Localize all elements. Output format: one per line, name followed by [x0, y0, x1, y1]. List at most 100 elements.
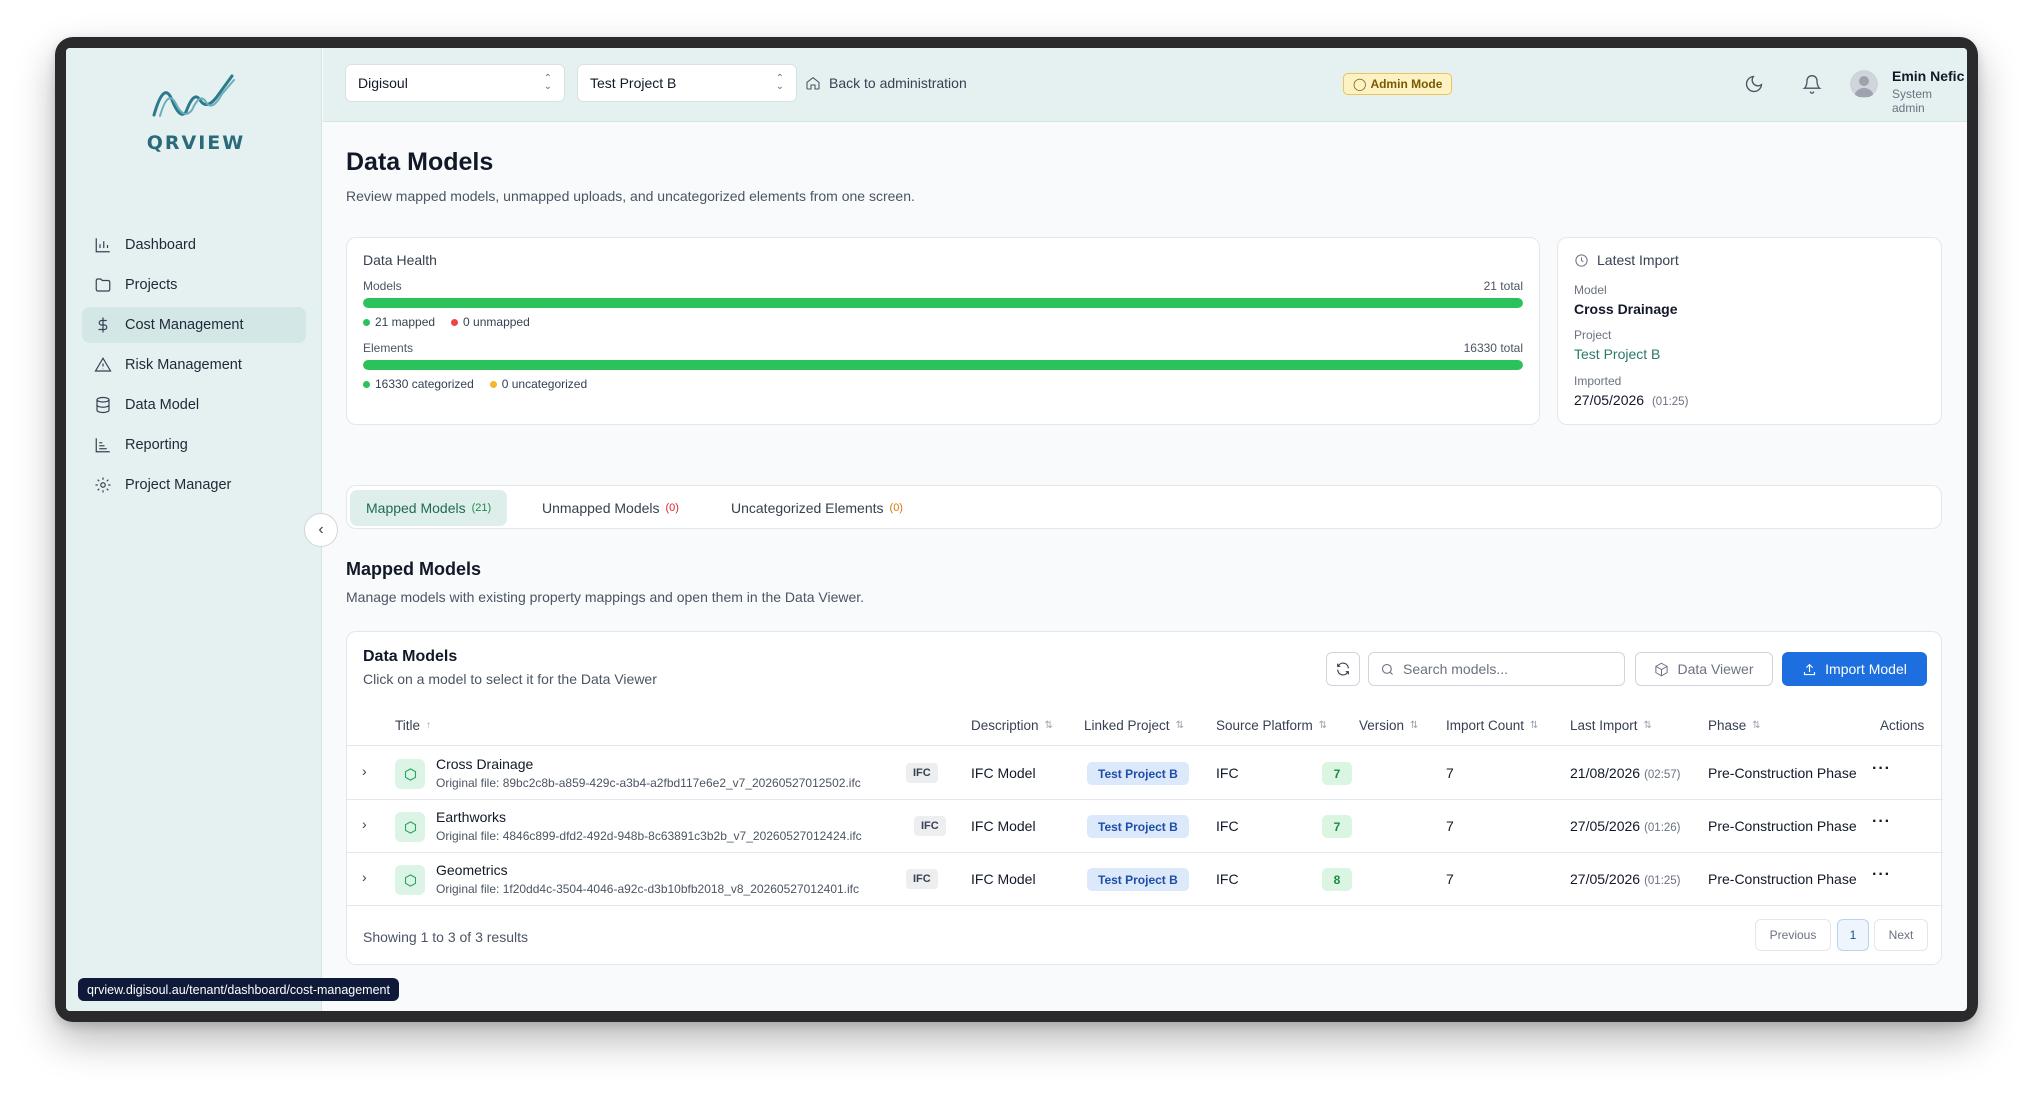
latest-imported-label: Imported — [1574, 374, 1622, 388]
models-unmapped-text: 0 unmapped — [463, 315, 530, 329]
latest-project-label: Project — [1574, 328, 1612, 342]
search-icon — [1381, 663, 1393, 675]
table-header: Title ↑ Description ⇅ Linked Project ⇅ Sour… — [347, 706, 1943, 746]
sidebar-item-label: Reporting — [125, 437, 188, 453]
elements-progress-fill — [363, 360, 1523, 370]
latest-imported-date: 27/05/2026 — [1574, 392, 1645, 408]
shield-icon: ◯ — [1353, 77, 1367, 91]
sidebar-item-project-manager[interactable]: Project Manager — [82, 467, 306, 503]
project-select[interactable]: Test Project B ⌃ ⌄ — [577, 64, 797, 102]
tab-count: (0) — [889, 502, 903, 514]
organization-select[interactable]: Digisoul ⌃ ⌄ — [345, 64, 565, 102]
more-actions-icon[interactable]: ··· — [1872, 813, 1891, 831]
elements-progress-bar — [363, 360, 1523, 370]
column-header-version[interactable]: Version ⇅ — [1359, 718, 1418, 733]
chevron-right-icon[interactable]: › — [362, 763, 367, 779]
import-model-button[interactable]: Import Model — [1782, 652, 1927, 686]
uncategorized-dot — [489, 380, 497, 388]
mapped-dot — [363, 318, 370, 326]
last-import-time: (01:25) — [1644, 875, 1681, 887]
user-role: System admin — [1892, 87, 1933, 115]
format-badge: IFC — [914, 816, 946, 836]
table-row[interactable]: › Earthworks Original file: 4846c899-dfd… — [347, 800, 1943, 853]
format-badge: IFC — [906, 763, 938, 783]
top-bar: Digisoul ⌃ ⌄ Test Project B ⌃ ⌄ Back to ad… — [323, 48, 1967, 122]
last-import-cell: 27/05/2026 (01:25) — [1570, 871, 1681, 887]
table-row[interactable]: › Cross Drainage Original file: 89bc2c8b… — [347, 747, 1943, 800]
chevron-right-icon[interactable]: › — [362, 816, 367, 832]
linked-project-badge: Test Project B — [1087, 762, 1189, 785]
column-label: Description — [971, 718, 1039, 733]
cube-icon — [1655, 662, 1669, 676]
source-platform-cell: IFC — [1216, 818, 1239, 834]
page-1-button[interactable]: 1 — [1837, 919, 1869, 951]
categorized-dot — [363, 380, 370, 388]
search-input[interactable] — [1403, 661, 1613, 677]
latest-imported-value: 27/05/2026 (01:25) — [1574, 392, 1688, 408]
tab-unmapped-models[interactable]: Unmapped Models (0) — [526, 490, 695, 526]
moon-icon[interactable] — [1744, 74, 1764, 94]
import-count-cell: 7 — [1446, 871, 1454, 887]
data-health-card: Data Health Models 21 total 21 mapped 0 … — [346, 237, 1540, 425]
user-name[interactable]: Emin Nefic — [1892, 68, 1964, 84]
sidebar-item-cost-management[interactable]: Cost Management — [82, 307, 306, 343]
qrview-logo[interactable]: QRVIEW — [146, 70, 246, 160]
table-row[interactable]: › Geometrics Original file: 1f20dd4c-350… — [347, 853, 1943, 906]
sidebar-item-data-model[interactable]: Data Model — [82, 387, 306, 423]
admin-mode-badge: ◯ Admin Mode — [1343, 73, 1453, 95]
sidebar-item-projects[interactable]: Projects — [82, 267, 306, 303]
column-header-linked-project[interactable]: Linked Project ⇅ — [1084, 718, 1184, 733]
sidebar-item-label: Project Manager — [125, 477, 232, 493]
line-chart-icon — [95, 438, 110, 453]
column-header-source-platform[interactable]: Source Platform ⇅ — [1216, 718, 1327, 733]
tab-bar: Mapped Models (21) Unmapped Models (0) U… — [346, 485, 1942, 529]
data-viewer-button[interactable]: Data Viewer — [1635, 652, 1773, 686]
tab-count: (0) — [665, 502, 679, 514]
next-page-button[interactable]: Next — [1874, 919, 1928, 951]
tab-label: Uncategorized Elements — [731, 500, 884, 516]
collapse-sidebar-button[interactable]: ‹ — [304, 513, 338, 547]
source-platform-cell: IFC — [1216, 765, 1239, 781]
hexagon-icon — [404, 767, 416, 781]
admin-mode-label: Admin Mode — [1370, 77, 1443, 91]
refresh-button[interactable] — [1326, 652, 1360, 686]
more-actions-icon[interactable]: ··· — [1872, 760, 1891, 778]
latest-model-label: Model — [1574, 283, 1607, 297]
column-header-import-count[interactable]: Import Count ⇅ — [1446, 718, 1538, 733]
sidebar-item-label: Cost Management — [125, 317, 244, 333]
bar-chart-icon — [95, 238, 110, 253]
model-file: Original file: 4846c899-dfd2-492d-948b-8… — [436, 829, 862, 843]
sidebar-item-dashboard[interactable]: Dashboard — [82, 227, 306, 263]
column-header-title[interactable]: Title ↑ — [395, 718, 431, 733]
elements-total: 16330 total — [1463, 341, 1523, 355]
model-file: Original file: 89bc2c8b-a859-429c-a3b4-a… — [436, 776, 861, 790]
last-import-time: (01:26) — [1644, 822, 1681, 834]
previous-page-button[interactable]: Previous — [1755, 919, 1831, 951]
upload-icon — [1804, 663, 1816, 675]
avatar[interactable] — [1850, 70, 1878, 98]
tab-uncategorized-elements[interactable]: Uncategorized Elements (0) — [715, 490, 919, 526]
sort-icon: ⇅ — [1643, 720, 1652, 731]
dollar-icon — [98, 317, 108, 333]
page-subtitle: Review mapped models, unmapped uploads, … — [346, 188, 915, 204]
sidebar-item-reporting[interactable]: Reporting — [82, 427, 306, 463]
models-progress-bar — [363, 298, 1523, 308]
status-url-tooltip: qrview.digisoul.au/tenant/dashboard/cost… — [78, 978, 399, 1001]
column-header-description[interactable]: Description ⇅ — [971, 718, 1053, 733]
more-actions-icon[interactable]: ··· — [1872, 866, 1891, 884]
column-header-phase[interactable]: Phase ⇅ — [1708, 718, 1761, 733]
chevron-right-icon[interactable]: › — [362, 869, 367, 885]
models-progress-fill — [363, 298, 1523, 308]
models-legend: 21 mapped 0 unmapped — [363, 315, 546, 329]
back-to-administration-link[interactable]: Back to administration — [805, 75, 967, 91]
column-label: Source Platform — [1216, 718, 1313, 733]
column-header-last-import[interactable]: Last Import ⇅ — [1570, 718, 1652, 733]
latest-project-link[interactable]: Test Project B — [1574, 346, 1660, 362]
bell-icon[interactable] — [1802, 74, 1822, 94]
sidebar-item-risk-management[interactable]: Risk Management — [82, 347, 306, 383]
elements-uncategorized-text: 0 uncategorized — [501, 377, 588, 391]
elements-legend: 16330 categorized 0 uncategorized — [363, 377, 603, 391]
tab-mapped-models[interactable]: Mapped Models (21) — [350, 490, 508, 526]
page-title: Data Models — [346, 148, 494, 176]
models-total: 21 total — [1483, 279, 1523, 293]
